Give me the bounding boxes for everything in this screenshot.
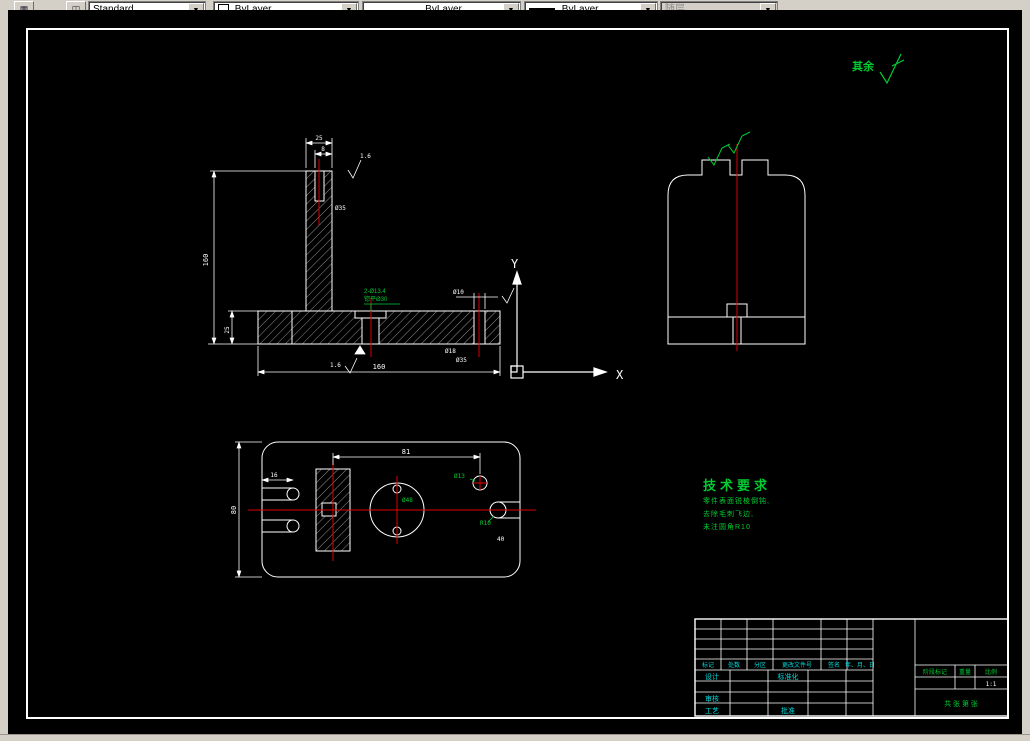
tb-header-date: 年、月、日: [845, 661, 875, 669]
drawing-canvas[interactable]: 160 25 8 25 1.6 Ø35 Ø10 Ø18 Ø35 1.6 160 …: [8, 10, 1022, 734]
tb-role-design: 设计: [705, 672, 719, 681]
tb-scale-label: 比例: [985, 668, 997, 676]
title-block-right-texts: 阶段标记 重量 比例 1:1 共 张 第 张: [923, 668, 997, 708]
drawing-svg: 160 25 8 25 1.6 Ø35 Ø10 Ø18 Ø35 1.6 160 …: [26, 28, 1009, 719]
slot-radius-label: R10: [480, 520, 491, 527]
tb-header-mark: 标记: [702, 661, 714, 669]
dim-text-counterbore-dia: Ø18: [445, 348, 456, 355]
plan-view-notes: Ø48 Ø13 R10: [402, 473, 491, 527]
dim-text-column-dia: Ø35: [335, 205, 346, 212]
technical-requirements-title: 技术要求: [703, 478, 772, 493]
front-view-notes: 2-Ø13.4 锪平Ø30: [364, 289, 388, 303]
right-margin: [1022, 10, 1030, 734]
tb-role-check: 审核: [705, 694, 719, 703]
dim-text-80: 80: [230, 506, 238, 514]
dim-text-column-width: 25: [315, 135, 323, 142]
tb-header-sign: 签名: [828, 661, 840, 669]
front-view: [257, 170, 501, 345]
dim-text-height: 160: [202, 254, 210, 267]
roughness-value-top: 1.6: [360, 153, 371, 160]
hole-note-line2: 锪平Ø30: [364, 295, 388, 303]
axis-label-y: Y: [511, 257, 519, 271]
tb-header-count: 处数: [728, 661, 740, 669]
tb-header-file: 更改文件号: [782, 661, 812, 669]
dim-text-width: 160: [373, 363, 386, 371]
ucs-icon: [510, 270, 608, 379]
tb-header-zone: 分区: [754, 661, 766, 669]
tb-weight-label: 重量: [959, 668, 971, 676]
title-block-texts: 标记 处数 分区 更改文件号 签名 年、月、日 设计 标准化 审核 工艺 批准: [702, 661, 875, 715]
dim-text-slot-width: 8: [321, 146, 325, 153]
dim-text-base-height: 25: [224, 326, 231, 334]
cad-application-window: { "toolbar": { "style_label": "Standard"…: [0, 0, 1030, 741]
plan-view-dim-texts: 81 16 80 40: [230, 448, 505, 543]
technical-requirements-line: 未注圆角R10: [703, 524, 751, 531]
tb-role-approve: 批准: [781, 706, 795, 715]
sheet-border-frame: [26, 28, 1009, 719]
bore-dia-label: Ø48: [402, 497, 413, 504]
dim-text-16: 16: [270, 472, 278, 479]
roughness-value-bottom: 1.6: [330, 362, 341, 369]
dim-text-counterbore-dia2: Ø35: [456, 357, 467, 364]
hole-note-line1: 2-Ø13.4: [364, 289, 386, 295]
surplus-roughness-icon: [879, 53, 905, 85]
technical-requirements-line: 零件表面锐棱倒钝,: [703, 498, 770, 505]
dim-text-40: 40: [497, 536, 505, 543]
axis-label-x: X: [616, 368, 624, 382]
tb-role-standard: 标准化: [778, 672, 799, 681]
tb-sheet-info: 共 张 第 张: [944, 699, 978, 708]
surplus-note-label: 其余: [852, 59, 875, 73]
technical-requirements-line: 去除毛刺飞边,: [703, 511, 754, 518]
plan-view-centerlines: [248, 459, 536, 561]
technical-requirements: 技术要求 零件表面锐棱倒钝, 去除毛刺飞边, 未注圆角R10: [703, 475, 771, 533]
tb-stage-label: 阶段标记: [923, 668, 947, 676]
tb-role-process: 工艺: [705, 707, 719, 715]
hole-dia-label: Ø13: [454, 473, 465, 480]
tb-scale-value: 1:1: [986, 681, 997, 688]
dim-text-hole-dia: Ø10: [453, 289, 464, 296]
dim-text-81: 81: [402, 448, 410, 456]
left-margin: [0, 10, 8, 734]
